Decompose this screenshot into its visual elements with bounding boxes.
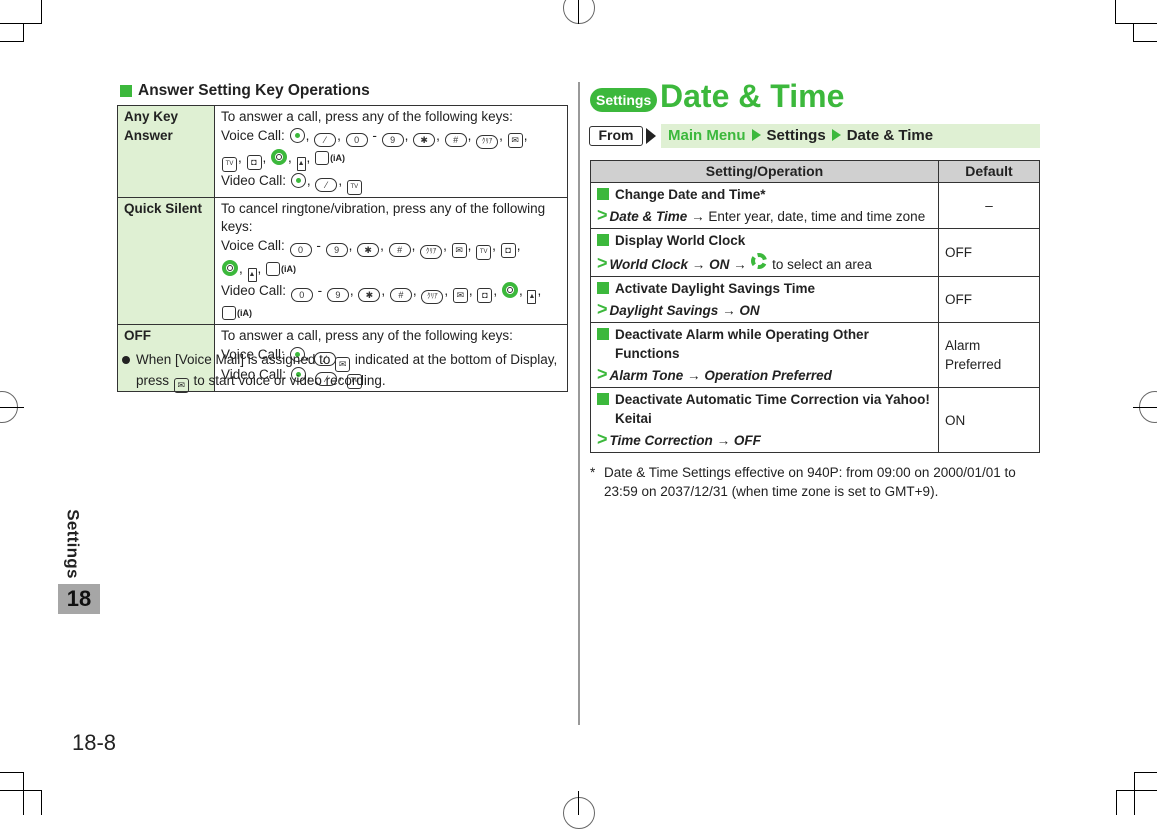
navigation-key-icon	[501, 281, 518, 298]
navigation-key-icon	[271, 148, 288, 165]
breadcrumb-arrow-icon	[751, 129, 761, 141]
green-square-icon	[597, 188, 609, 200]
table-row: Activate Daylight Savings Time > Daylight…	[590, 276, 1040, 323]
bullet-icon	[122, 356, 130, 364]
table-row: Display World Clock > World Clock → ON → …	[590, 228, 1040, 277]
date-time-settings-table: Setting/Operation Default Change Date an…	[590, 160, 1040, 453]
clear-key-icon: ｸﾘｱ	[421, 289, 444, 304]
start-key-icon	[289, 127, 305, 143]
tv-key-icon: TV	[476, 244, 492, 260]
hash-key-icon: #	[444, 132, 467, 147]
blank-key-icon	[266, 261, 281, 276]
table-row: Deactivate Automatic Time Correction via…	[590, 387, 1040, 453]
camera-key-icon: ◘	[477, 287, 493, 303]
side-key-icon: ▲	[296, 156, 306, 171]
mail-key-icon: ✉	[507, 132, 523, 148]
nine-key-icon: 9	[325, 242, 348, 257]
table-row: Any Key Answer To answer a call, press a…	[117, 105, 568, 198]
chapter-number-badge: 18	[58, 584, 100, 614]
row-description: To answer a call, press any of the follo…	[214, 105, 568, 198]
mail-key-icon: ✉	[452, 287, 468, 303]
default-value: –	[938, 182, 1040, 229]
chevron-right-icon: >	[597, 299, 608, 319]
default-value: OFF	[938, 276, 1040, 323]
play-arrow-icon	[646, 128, 656, 144]
ia-key-icon: (iA)	[237, 307, 252, 318]
call-key-icon: ⁄	[314, 132, 337, 147]
page-title: Date & Time	[660, 78, 845, 114]
mail-key-icon: ✉	[335, 357, 351, 372]
call-key-icon: ⁄	[315, 177, 338, 192]
mail-key-icon: ✉	[173, 378, 189, 393]
star-key-icon: ✱	[358, 287, 381, 302]
hash-key-icon: #	[389, 287, 412, 302]
side-key-icon: ▲	[247, 267, 257, 282]
start-key-icon	[290, 172, 306, 188]
table-row: Deactivate Alarm while Operating Other F…	[590, 322, 1040, 388]
row-description: To cancel ringtone/vibration, press any …	[214, 196, 568, 325]
answer-setting-table: Any Key Answer To answer a call, press a…	[117, 105, 568, 392]
blank-key-icon	[315, 150, 330, 165]
breadcrumb-main-menu: Main Menu	[668, 127, 746, 144]
breadcrumb-arrow-icon	[831, 129, 841, 141]
green-square-icon	[120, 85, 132, 97]
tv-key-icon: TV	[222, 156, 237, 172]
mail-key-icon: ✉	[451, 242, 467, 258]
default-value: ON	[938, 387, 1040, 453]
tv-key-icon: TV	[346, 179, 362, 195]
page-number: 18-8	[72, 730, 117, 755]
chapter-tab-label: Settings	[63, 509, 83, 579]
nine-key-icon: 9	[326, 287, 349, 302]
chevron-right-icon: >	[597, 364, 608, 384]
default-value: OFF	[938, 228, 1040, 277]
ia-key-icon: (iA)	[281, 263, 297, 274]
from-label: From	[589, 126, 643, 146]
clear-key-icon: ｸﾘｱ	[476, 134, 499, 149]
table-header-row: Setting/Operation Default	[590, 160, 1040, 183]
green-square-icon	[597, 282, 609, 294]
breadcrumb-date-time: Date & Time	[846, 127, 934, 144]
zero-key-icon: 0	[290, 287, 313, 302]
chevron-right-icon: >	[597, 205, 608, 225]
chevron-right-icon: >	[597, 429, 608, 449]
zero-key-icon: 0	[345, 132, 368, 147]
zero-key-icon: 0	[289, 242, 312, 257]
breadcrumb-settings: Settings	[766, 127, 826, 144]
column-divider	[578, 82, 580, 725]
settings-badge: Settings	[590, 88, 658, 112]
table-row: Quick Silent To cancel ringtone/vibratio…	[117, 196, 568, 325]
nine-key-icon: 9	[381, 132, 404, 147]
side-key-icon: ▲	[527, 289, 537, 304]
chevron-right-icon: >	[597, 253, 608, 273]
ia-key-icon: (iA)	[330, 152, 346, 163]
green-square-icon	[597, 393, 609, 405]
default-value: Alarm Preferred	[938, 322, 1040, 388]
voice-mail-note: When [Voice Mail] is assigned to ✉ indic…	[120, 351, 568, 393]
green-square-icon	[597, 328, 609, 340]
star-key-icon: ✱	[413, 132, 436, 147]
footnote: * Date & Time Settings effective on 940P…	[590, 465, 1016, 499]
camera-key-icon: ◘	[500, 242, 516, 258]
star-key-icon: ✱	[357, 242, 380, 257]
green-square-icon	[597, 234, 609, 246]
navigation-key-icon	[222, 259, 238, 276]
camera-key-icon: ◘	[246, 154, 262, 170]
table-row: Change Date and Time* > Date & Time → Ent…	[590, 182, 1040, 229]
hash-key-icon: #	[388, 242, 411, 257]
row-key: Quick Silent	[117, 196, 215, 325]
breadcrumb: Main Menu Settings Date & Time	[661, 124, 1040, 148]
row-key: Any Key Answer	[117, 105, 215, 198]
section-heading: Answer Setting Key Operations	[120, 82, 370, 100]
clear-key-icon: ｸﾘｱ	[420, 244, 443, 259]
column-header-default: Default	[938, 160, 1040, 183]
column-header-setting: Setting/Operation	[590, 160, 939, 183]
navigation-key-icon	[751, 253, 768, 269]
blank-key-icon	[222, 305, 236, 320]
